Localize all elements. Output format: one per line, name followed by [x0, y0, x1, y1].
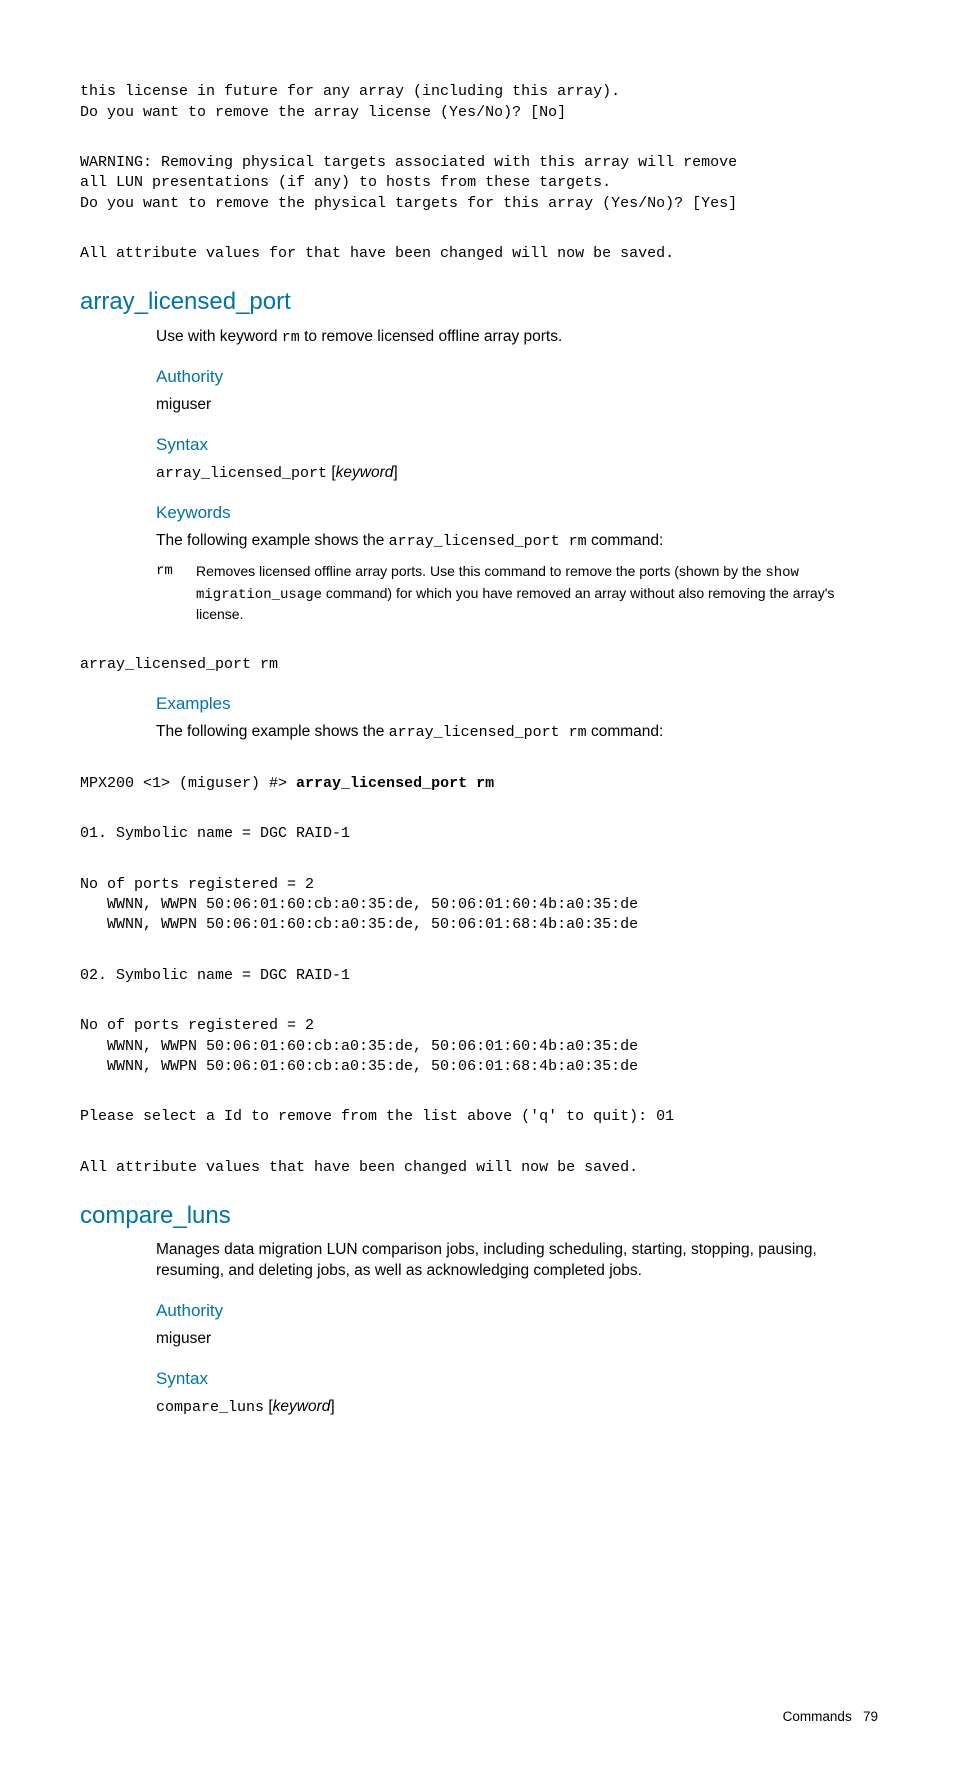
- intro-code-block-3: All attribute values for that have been …: [80, 224, 884, 265]
- code-line: Do you want to remove the physical targe…: [80, 195, 737, 212]
- authority-value: miguser: [156, 395, 884, 416]
- intro-code-block: this license in future for any array (in…: [80, 62, 884, 123]
- footer-page-number: 79: [863, 1709, 878, 1724]
- inline-code: show: [765, 565, 799, 581]
- footer-section-label: Commands: [783, 1709, 852, 1724]
- example-prompt-line: MPX200 <1> (miguser) #> array_licensed_p…: [80, 754, 884, 795]
- code-line: WWNN, WWPN 50:06:01:60:cb:a0:35:de, 50:0…: [80, 1058, 638, 1075]
- text: [: [327, 464, 336, 481]
- keyword-row: rm Removes licensed offline array ports.…: [156, 562, 884, 625]
- keyword-description: Removes licensed offline array ports. Us…: [196, 562, 884, 625]
- code-line: WARNING: Removing physical targets assoc…: [80, 154, 737, 171]
- authority-value-2: miguser: [156, 1329, 884, 1350]
- intro-code-block-2: WARNING: Removing physical targets assoc…: [80, 133, 884, 214]
- code-line: Do you want to remove the array license …: [80, 104, 566, 121]
- section1-intro: Use with keyword rm to remove licensed o…: [156, 327, 884, 348]
- syntax-command: compare_luns: [156, 1399, 264, 1416]
- keywords-intro: The following example shows the array_li…: [156, 531, 884, 552]
- text: The following example shows the: [156, 532, 389, 549]
- example-command-bold: array_licensed_port rm: [296, 775, 494, 792]
- code-line: No of ports registered = 2: [80, 1017, 314, 1034]
- text: [: [264, 1398, 273, 1415]
- code-line: No of ports registered = 2: [80, 876, 314, 893]
- examples-heading: Examples: [156, 693, 884, 716]
- code-line: All attribute values that have been chan…: [80, 1159, 638, 1176]
- text: Use with keyword: [156, 328, 282, 345]
- syntax-heading: Syntax: [156, 434, 884, 457]
- code-line: this license in future for any array (in…: [80, 83, 620, 100]
- text: The following example shows the: [156, 723, 389, 740]
- example-output-1: 01. Symbolic name = DGC RAID-1: [80, 804, 884, 845]
- inline-code: migration_usage: [196, 587, 322, 603]
- code-line: WWNN, WWPN 50:06:01:60:cb:a0:35:de, 50:0…: [80, 896, 638, 913]
- code-line: Please select a Id to remove from the li…: [80, 1108, 674, 1125]
- text: ]: [393, 464, 397, 481]
- syntax-line-2: compare_luns [keyword]: [156, 1397, 884, 1418]
- section-heading-array-licensed-port: array_licensed_port: [80, 286, 884, 318]
- example-output-6: All attribute values that have been chan…: [80, 1138, 884, 1179]
- keyword-table: rm Removes licensed offline array ports.…: [156, 562, 884, 625]
- example-output-5: Please select a Id to remove from the li…: [80, 1087, 884, 1128]
- example-output-4: No of ports registered = 2 WWNN, WWPN 50…: [80, 996, 884, 1077]
- keywords-heading: Keywords: [156, 502, 884, 525]
- code-line: array_licensed_port rm: [80, 656, 278, 673]
- keyword-example-code: array_licensed_port rm: [80, 635, 884, 676]
- examples-intro: The following example shows the array_li…: [156, 722, 884, 743]
- text: command:: [587, 532, 664, 549]
- section2-intro: Manages data migration LUN comparison jo…: [156, 1240, 884, 1282]
- text: command:: [587, 723, 664, 740]
- example-output-3: 02. Symbolic name = DGC RAID-1: [80, 946, 884, 987]
- code-line: all LUN presentations (if any) to hosts …: [80, 174, 611, 191]
- code-line: 01. Symbolic name = DGC RAID-1: [80, 825, 350, 842]
- code-line: WWNN, WWPN 50:06:01:60:cb:a0:35:de, 50:0…: [80, 916, 638, 933]
- syntax-heading-2: Syntax: [156, 1368, 884, 1391]
- keyword-key: rm: [156, 562, 196, 625]
- example-prompt: MPX200 <1> (miguser) #>: [80, 775, 296, 792]
- text: to remove licensed offline array ports.: [300, 328, 562, 345]
- authority-heading: Authority: [156, 366, 884, 389]
- code-line: WWNN, WWPN 50:06:01:60:cb:a0:35:de, 50:0…: [80, 1038, 638, 1055]
- syntax-keyword: keyword: [336, 464, 394, 481]
- example-output-2: No of ports registered = 2 WWNN, WWPN 50…: [80, 855, 884, 936]
- syntax-keyword: keyword: [273, 1398, 331, 1415]
- inline-code: array_licensed_port rm: [389, 724, 587, 741]
- text: Removes licensed offline array ports. Us…: [196, 563, 765, 579]
- code-line: 02. Symbolic name = DGC RAID-1: [80, 967, 350, 984]
- section-heading-compare-luns: compare_luns: [80, 1200, 884, 1232]
- code-line: All attribute values for that have been …: [80, 245, 674, 262]
- inline-code: array_licensed_port rm: [389, 533, 587, 550]
- syntax-line: array_licensed_port [keyword]: [156, 463, 884, 484]
- text: ]: [330, 1398, 334, 1415]
- authority-heading-2: Authority: [156, 1300, 884, 1323]
- inline-code: rm: [282, 329, 300, 346]
- page-footer: Commands 79: [80, 1708, 884, 1726]
- syntax-command: array_licensed_port: [156, 465, 327, 482]
